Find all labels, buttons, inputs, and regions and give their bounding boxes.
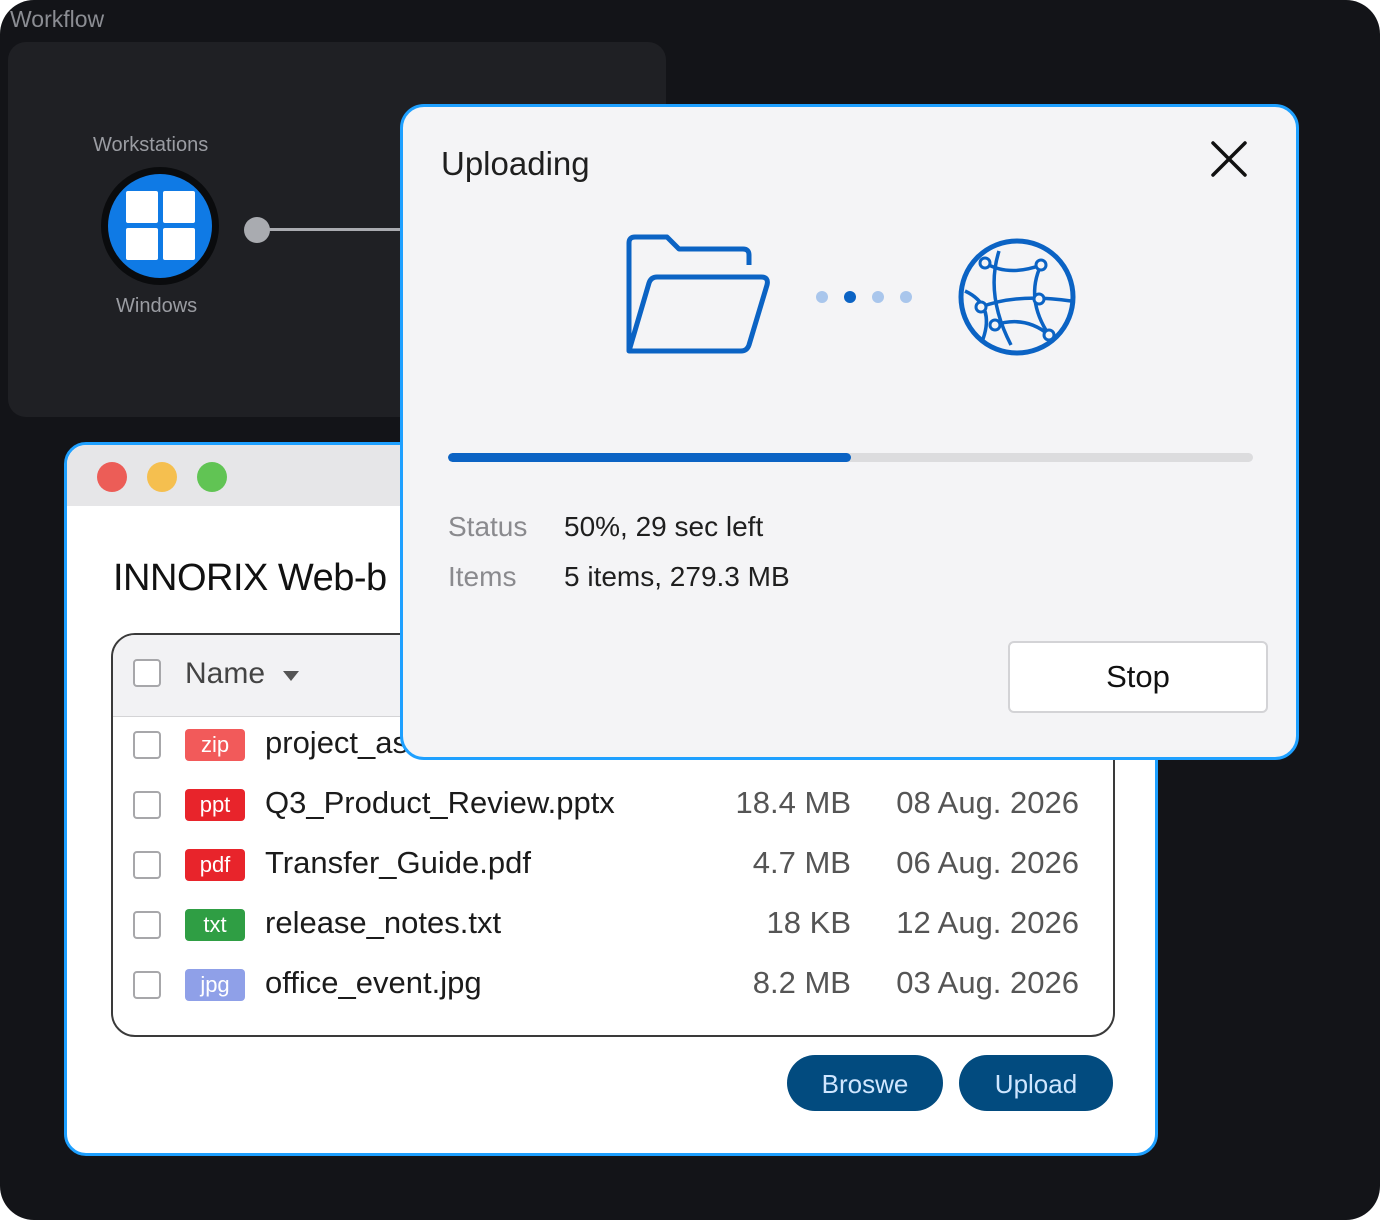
- table-row[interactable]: pdf Transfer_Guide.pdf 4.7 MB 06 Aug. 20…: [113, 837, 1113, 897]
- table-row[interactable]: txt release_notes.txt 18 KB 12 Aug. 2026: [113, 897, 1113, 957]
- status-value: 50%, 29 sec left: [564, 511, 764, 542]
- file-date: 03 Aug. 2026: [896, 965, 1079, 1000]
- file-type-badge: zip: [185, 729, 245, 761]
- file-type-badge: txt: [185, 909, 245, 941]
- windows-logo-icon: [126, 191, 196, 261]
- folder-icon: [626, 234, 770, 354]
- row-checkbox[interactable]: [133, 791, 161, 819]
- connector-line: [262, 228, 412, 231]
- file-name: project_as: [265, 725, 409, 760]
- sort-caret-icon[interactable]: [283, 671, 299, 681]
- row-checkbox[interactable]: [133, 851, 161, 879]
- items-value: 5 items, 279.3 MB: [564, 561, 790, 592]
- file-size: 4.7 MB: [752, 845, 851, 880]
- upload-progress-bar: [448, 453, 1253, 462]
- file-size: 18 KB: [766, 905, 851, 940]
- globe-icon: [958, 238, 1076, 356]
- file-type-badge: pdf: [185, 849, 245, 881]
- close-window-button[interactable]: [97, 462, 127, 492]
- items-label: Items: [448, 561, 517, 592]
- progress-dot: [872, 291, 884, 303]
- file-size: 8.2 MB: [752, 965, 851, 1000]
- file-name: Q3_Product_Review.pptx: [265, 785, 615, 820]
- file-size: 18.4 MB: [735, 785, 851, 820]
- minimize-window-button[interactable]: [147, 462, 177, 492]
- upload-dialog: Uploading Status 50%, 29 sec left Items …: [400, 104, 1299, 760]
- status-label: Status: [448, 511, 528, 542]
- row-checkbox[interactable]: [133, 911, 161, 939]
- table-row[interactable]: jpg office_event.jpg 8.2 MB 03 Aug. 2026: [113, 957, 1113, 1017]
- row-checkbox[interactable]: [133, 971, 161, 999]
- file-name: office_event.jpg: [265, 965, 482, 1000]
- name-column-header[interactable]: Name: [185, 657, 265, 691]
- table-row[interactable]: ppt Q3_Product_Review.pptx 18.4 MB 08 Au…: [113, 777, 1113, 837]
- upload-progress-fill: [448, 453, 851, 462]
- stop-button[interactable]: Stop: [1008, 641, 1268, 713]
- workstations-label: Workstations: [93, 134, 209, 156]
- row-checkbox[interactable]: [133, 731, 161, 759]
- dialog-title: Uploading: [441, 145, 590, 182]
- stage: Workflow Workstations Windows INNORIX We…: [0, 0, 1380, 1220]
- file-type-badge: ppt: [185, 789, 245, 821]
- workflow-label: Workflow: [10, 6, 105, 32]
- file-date: 12 Aug. 2026: [896, 905, 1079, 940]
- file-name: Transfer_Guide.pdf: [265, 845, 531, 880]
- select-all-checkbox[interactable]: [133, 659, 161, 687]
- browse-button[interactable]: Broswe: [787, 1055, 943, 1111]
- windows-label: Windows: [116, 295, 198, 317]
- file-date: 08 Aug. 2026: [896, 785, 1079, 820]
- app-title: INNORIX Web-b: [113, 557, 387, 599]
- file-name: release_notes.txt: [265, 905, 502, 940]
- connector-handle[interactable]: [244, 217, 270, 243]
- close-icon[interactable]: [1207, 137, 1251, 181]
- progress-dot: [900, 291, 912, 303]
- progress-dot: [816, 291, 828, 303]
- file-type-badge: jpg: [185, 969, 245, 1001]
- file-date: 06 Aug. 2026: [896, 845, 1079, 880]
- progress-dot: [844, 291, 856, 303]
- maximize-window-button[interactable]: [197, 462, 227, 492]
- upload-button[interactable]: Upload: [959, 1055, 1113, 1111]
